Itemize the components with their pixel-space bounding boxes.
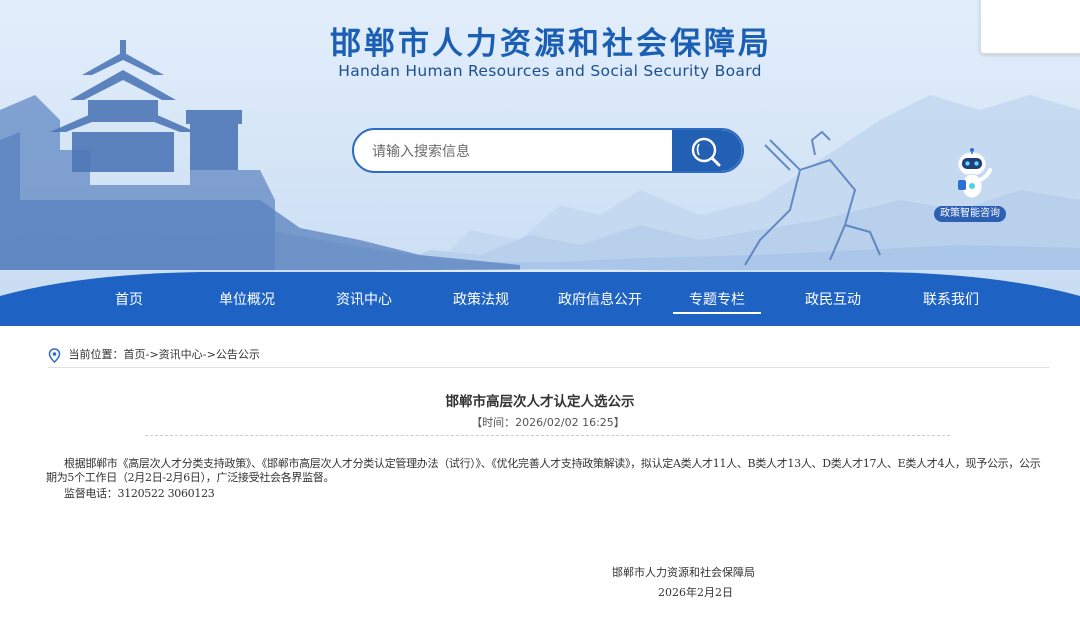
article-body: 根据邯郸市《高层次人才分类支持政策》、《邯郸市高层次人才分类认定管理办法（试行）… xyxy=(46,457,1050,501)
article-title: 邯郸市高层次人才认定人选公示 xyxy=(445,394,635,410)
breadcrumb: 当前位置：首页->资讯中心->公告公示 xyxy=(48,346,260,364)
nav-item-news[interactable]: 资讯中心 xyxy=(327,280,401,320)
title-divider xyxy=(145,435,950,436)
breadcrumb-prefix: 当前位置： xyxy=(68,348,124,361)
nav-items: 首页 单位概况 资讯中心 政策法规 政府信息公开 专题专栏 政民互动 联系我们 xyxy=(70,280,1010,320)
robot-icon[interactable] xyxy=(944,146,1000,206)
site-title: 邯郸市人力资源和社会保障局 xyxy=(330,26,772,62)
nav-item-home[interactable]: 首页 xyxy=(98,280,160,320)
location-pin-icon xyxy=(48,347,61,363)
search-button[interactable] xyxy=(672,130,742,171)
signature-org: 邯郸市人力资源和社会保障局 xyxy=(612,566,755,579)
nav-item-contact[interactable]: 联系我们 xyxy=(914,280,988,320)
search-icon xyxy=(691,137,721,167)
article-time: 【时间：2026/02/02 16:25】 xyxy=(471,416,625,429)
nav-item-gov-info[interactable]: 政府信息公开 xyxy=(552,280,648,320)
breadcrumb-divider xyxy=(48,367,1050,368)
search-box xyxy=(352,128,744,173)
nav-item-policy[interactable]: 政策法规 xyxy=(444,280,518,320)
floating-popup[interactable] xyxy=(980,0,1080,54)
policy-assistant-button[interactable]: 政策智能咨询 xyxy=(934,206,1006,222)
nav-item-special[interactable]: 专题专栏 xyxy=(673,280,761,320)
nav-item-interaction[interactable]: 政民互动 xyxy=(796,280,870,320)
breadcrumb-path[interactable]: 首页->资讯中心->公告公示 xyxy=(124,348,260,361)
signature-date: 2026年2月2日 xyxy=(658,586,733,599)
search-input[interactable] xyxy=(370,130,674,171)
site-subtitle: Handan Human Resources and Social Securi… xyxy=(338,62,762,80)
nav-item-about[interactable]: 单位概况 xyxy=(210,280,284,320)
article-paragraph: 根据邯郸市《高层次人才分类支持政策》、《邯郸市高层次人才分类认定管理办法（试行）… xyxy=(46,457,1041,484)
supervision-phone: 监督电话：3120522 3060123 xyxy=(64,487,215,500)
